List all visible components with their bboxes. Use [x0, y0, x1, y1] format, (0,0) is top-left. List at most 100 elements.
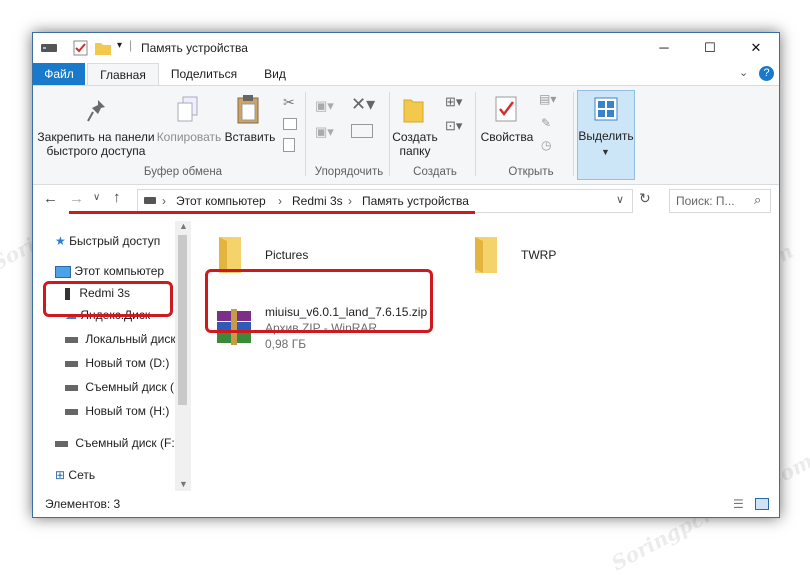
back-icon[interactable]: ←: [43, 190, 58, 207]
recent-locations-icon[interactable]: ∨: [93, 192, 100, 203]
sidebar-item-volume-d[interactable]: Новый том (D:): [65, 353, 169, 373]
new-folder-icon[interactable]: [95, 41, 111, 55]
sidebar-item-label: Съемный диск (: [85, 380, 175, 394]
drive-icon: [144, 197, 156, 204]
group-separator: [305, 92, 306, 176]
scroll-down-icon[interactable]: ▼: [179, 479, 188, 489]
pin-label-line1: Закрепить на панели: [37, 130, 155, 144]
move-to-icon[interactable]: ▣▾: [315, 98, 334, 114]
new-folder-label-line1: Создать: [392, 130, 438, 144]
select-icon: [594, 97, 618, 121]
properties-icon: [495, 96, 517, 122]
breadcrumb-redmi[interactable]: Redmi 3s: [292, 194, 343, 208]
drive-icon: [65, 360, 78, 367]
rename-icon[interactable]: [351, 124, 373, 138]
open-icon[interactable]: ▤▾: [539, 92, 556, 106]
breadcrumb-device-memory[interactable]: Память устройства: [362, 194, 469, 208]
sidebar-item-local-disk[interactable]: Локальный диск: [65, 329, 176, 349]
sidebar-item-volume-h[interactable]: Новый том (H:): [65, 401, 169, 421]
group-clipboard-label: Буфер обмена: [143, 166, 223, 178]
sidebar-item-label: Локальный диск: [85, 332, 176, 346]
file-list: Pictures TWRP miuisu_v6.0.1_land_7.6.15.…: [195, 217, 779, 493]
close-button[interactable]: ✕: [733, 33, 779, 63]
ribbon-expand-icon[interactable]: ⌄: [739, 66, 748, 79]
new-folder-label-line2: папку: [399, 144, 431, 158]
properties-check-icon[interactable]: [73, 40, 89, 56]
easy-access-icon[interactable]: ⊡▾: [445, 118, 462, 134]
pin-icon: [87, 100, 105, 122]
paste-button[interactable]: Вставить: [223, 130, 277, 144]
tab-home[interactable]: Главная: [87, 63, 159, 85]
sidebar-item-label: Новый том (H:): [85, 404, 170, 418]
edit-icon[interactable]: ✎: [541, 116, 551, 130]
large-icons-view-icon[interactable]: [755, 498, 769, 510]
copy-path-icon[interactable]: [283, 118, 297, 130]
minimize-button[interactable]: ─: [641, 33, 687, 63]
new-folder-large-icon: [403, 99, 424, 123]
search-placeholder: Поиск: П...: [676, 194, 735, 208]
history-icon[interactable]: ◷: [541, 138, 551, 152]
qat-dropdown-icon[interactable]: ▾: [117, 40, 122, 51]
list-item[interactable]: TWRP: [471, 235, 631, 275]
breadcrumb-separator: ›: [162, 194, 166, 208]
address-bar[interactable]: › Этот компьютер › Redmi 3s › Память уст…: [137, 189, 633, 213]
drive-icon: [41, 44, 57, 52]
new-folder-button[interactable]: Создать папку: [385, 130, 445, 158]
forward-icon[interactable]: →: [69, 190, 84, 207]
refresh-icon[interactable]: ↻: [639, 190, 651, 207]
file-name: TWRP: [521, 248, 557, 262]
address-row: ← → ∨ ↑ › Этот компьютер › Redmi 3s › Па…: [33, 185, 779, 217]
breadcrumb-this-pc[interactable]: Этот компьютер: [176, 194, 266, 208]
help-icon[interactable]: ?: [759, 66, 774, 81]
cut-icon[interactable]: ✂: [283, 94, 295, 111]
drive-icon: [55, 440, 68, 447]
computer-icon: [55, 265, 71, 278]
maximize-button[interactable]: ☐: [687, 33, 733, 63]
file-size: 0,98 ГБ: [265, 337, 307, 351]
group-separator: [573, 92, 574, 176]
sidebar-item-this-pc[interactable]: Этот компьютер: [55, 261, 164, 281]
paste-icon: [237, 95, 259, 124]
sidebar-item-label: Быстрый доступ: [69, 234, 161, 248]
scroll-up-icon[interactable]: ▲: [179, 221, 188, 231]
copy-icon: [177, 96, 198, 122]
window-title: Память устройства: [141, 41, 248, 55]
scroll-thumb[interactable]: [178, 235, 187, 405]
chevron-down-icon: ▼: [601, 147, 610, 157]
group-open-label: Открыть: [508, 166, 554, 178]
tab-view[interactable]: Вид: [253, 63, 297, 85]
search-input[interactable]: Поиск: П... ⌕: [669, 189, 771, 213]
breadcrumb-separator: ›: [348, 194, 352, 208]
sidebar-item-removable-f[interactable]: Съемный диск (F:: [55, 433, 175, 453]
archive-highlight-box: [205, 269, 433, 333]
address-dropdown-icon[interactable]: ∨: [616, 193, 624, 206]
drive-icon: [65, 336, 78, 343]
explorer-window: ▾ | Память устройства ─ ☐ ✕ Файл Главная…: [32, 32, 780, 518]
breadcrumb-separator: ›: [278, 194, 282, 208]
nav-scrollbar[interactable]: ▲ ▼: [175, 221, 191, 491]
pin-quick-access-button[interactable]: Закрепить на панели быстрого доступа: [37, 130, 155, 158]
sidebar-item-network[interactable]: ⊞ Сеть: [55, 465, 95, 485]
select-button[interactable]: Выделить ▼: [577, 90, 635, 180]
sidebar-item-label: Сеть: [68, 468, 96, 482]
star-icon: ★: [55, 234, 66, 248]
tab-share[interactable]: Поделиться: [161, 63, 247, 85]
sidebar-item-removable-1[interactable]: Съемный диск (: [65, 377, 174, 397]
copy-button[interactable]: Копировать: [153, 130, 225, 144]
properties-button[interactable]: Свойства: [479, 130, 535, 144]
up-icon[interactable]: ↑: [113, 189, 121, 206]
sidebar-item-quick-access[interactable]: ★ Быстрый доступ: [55, 231, 160, 251]
details-view-icon[interactable]: ☰: [733, 497, 744, 511]
new-item-icon[interactable]: ⊞▾: [445, 94, 462, 110]
delete-icon[interactable]: ✕▾: [351, 94, 375, 115]
copy-to-icon[interactable]: ▣▾: [315, 124, 334, 140]
tab-file[interactable]: Файл: [33, 63, 85, 85]
ribbon: Закрепить на панели быстрого доступа Коп…: [33, 85, 779, 185]
ribbon-tabs: Файл Главная Поделиться Вид ⌄ ?: [33, 63, 779, 85]
paste-shortcut-icon[interactable]: [283, 138, 295, 152]
group-separator: [475, 92, 476, 176]
folder-icon: [219, 237, 241, 273]
status-bar: Элементов: 3 ☰: [33, 493, 779, 517]
group-create-label: Создать: [413, 166, 457, 178]
sidebar-item-label: Этот компьютер: [74, 264, 165, 278]
